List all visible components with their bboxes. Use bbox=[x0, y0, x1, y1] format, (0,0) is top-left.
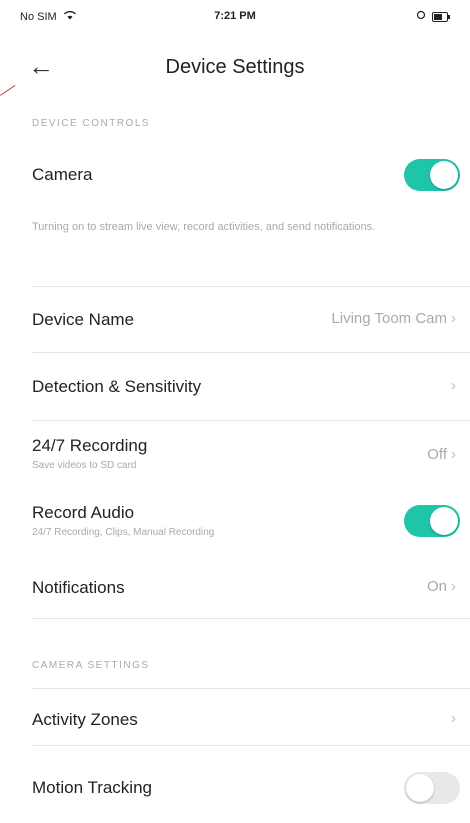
page-title: Device Settings bbox=[165, 56, 305, 78]
chevron-right-icon: › bbox=[451, 446, 456, 463]
chevron-right-icon: › bbox=[451, 310, 456, 327]
status-right bbox=[416, 10, 450, 23]
status-bar: No SIM 7:21 PM bbox=[0, 0, 470, 34]
notifications-value: On › bbox=[427, 578, 456, 595]
divider bbox=[32, 352, 470, 353]
nav-header: ← Device Settings bbox=[0, 40, 470, 92]
notifications-label: Notifications bbox=[32, 578, 125, 597]
notifications-value-text: On bbox=[426, 578, 447, 595]
motion-tracking-toggle[interactable] bbox=[404, 772, 460, 804]
record-audio-toggle[interactable] bbox=[404, 505, 460, 537]
divider bbox=[32, 745, 470, 746]
recording-subtitle: Save videos to SD card bbox=[32, 460, 137, 471]
device-name-value: Living Toom Cam › bbox=[331, 310, 456, 327]
toggle-knob bbox=[430, 507, 458, 535]
divider bbox=[32, 420, 470, 421]
chevron-right-icon: › bbox=[451, 710, 456, 727]
recording-value: Off › bbox=[427, 446, 456, 463]
record-audio-row: Record Audio 24/7 Recording, Clips, Manu… bbox=[32, 503, 470, 543]
divider bbox=[32, 618, 470, 619]
device-name-text: Living Toom Cam bbox=[331, 310, 447, 327]
location-icon bbox=[416, 10, 426, 23]
detection-row[interactable]: Detection & Sensitivity › bbox=[32, 377, 470, 403]
recording-value-text: Off bbox=[427, 446, 447, 463]
notifications-row[interactable]: Notifications On › bbox=[32, 578, 470, 604]
recording-label: 24/7 Recording bbox=[32, 436, 148, 455]
device-name-row[interactable]: Device Name Living Toom Cam › bbox=[32, 310, 470, 336]
camera-description: Turning on to stream live view, record a… bbox=[32, 221, 376, 233]
activity-zones-row[interactable]: Activity Zones › bbox=[32, 710, 470, 736]
activity-zones-chevron: › bbox=[447, 710, 456, 727]
status-time: 7:21 PM bbox=[214, 10, 256, 22]
divider bbox=[32, 286, 470, 287]
camera-toggle[interactable] bbox=[404, 159, 460, 191]
detection-chevron: › bbox=[447, 377, 456, 394]
section-header-device-controls: DEVICE CONTROLS bbox=[32, 118, 151, 129]
chevron-right-icon: › bbox=[451, 377, 456, 394]
camera-row: Camera bbox=[32, 159, 470, 191]
toggle-knob bbox=[406, 774, 434, 802]
motion-tracking-row: Motion Tracking bbox=[32, 772, 470, 810]
record-audio-subtitle: 24/7 Recording, Clips, Manual Recording bbox=[32, 527, 215, 538]
divider bbox=[32, 688, 470, 689]
detection-label: Detection & Sensitivity bbox=[32, 377, 202, 396]
activity-zones-label: Activity Zones bbox=[32, 710, 138, 729]
recording-row[interactable]: 24/7 Recording Save videos to SD card Of… bbox=[32, 436, 470, 476]
section-header-camera-settings: CAMERA SETTINGS bbox=[32, 660, 150, 671]
toggle-knob bbox=[430, 161, 458, 189]
chevron-right-icon: › bbox=[451, 578, 456, 595]
battery-icon bbox=[432, 11, 450, 22]
